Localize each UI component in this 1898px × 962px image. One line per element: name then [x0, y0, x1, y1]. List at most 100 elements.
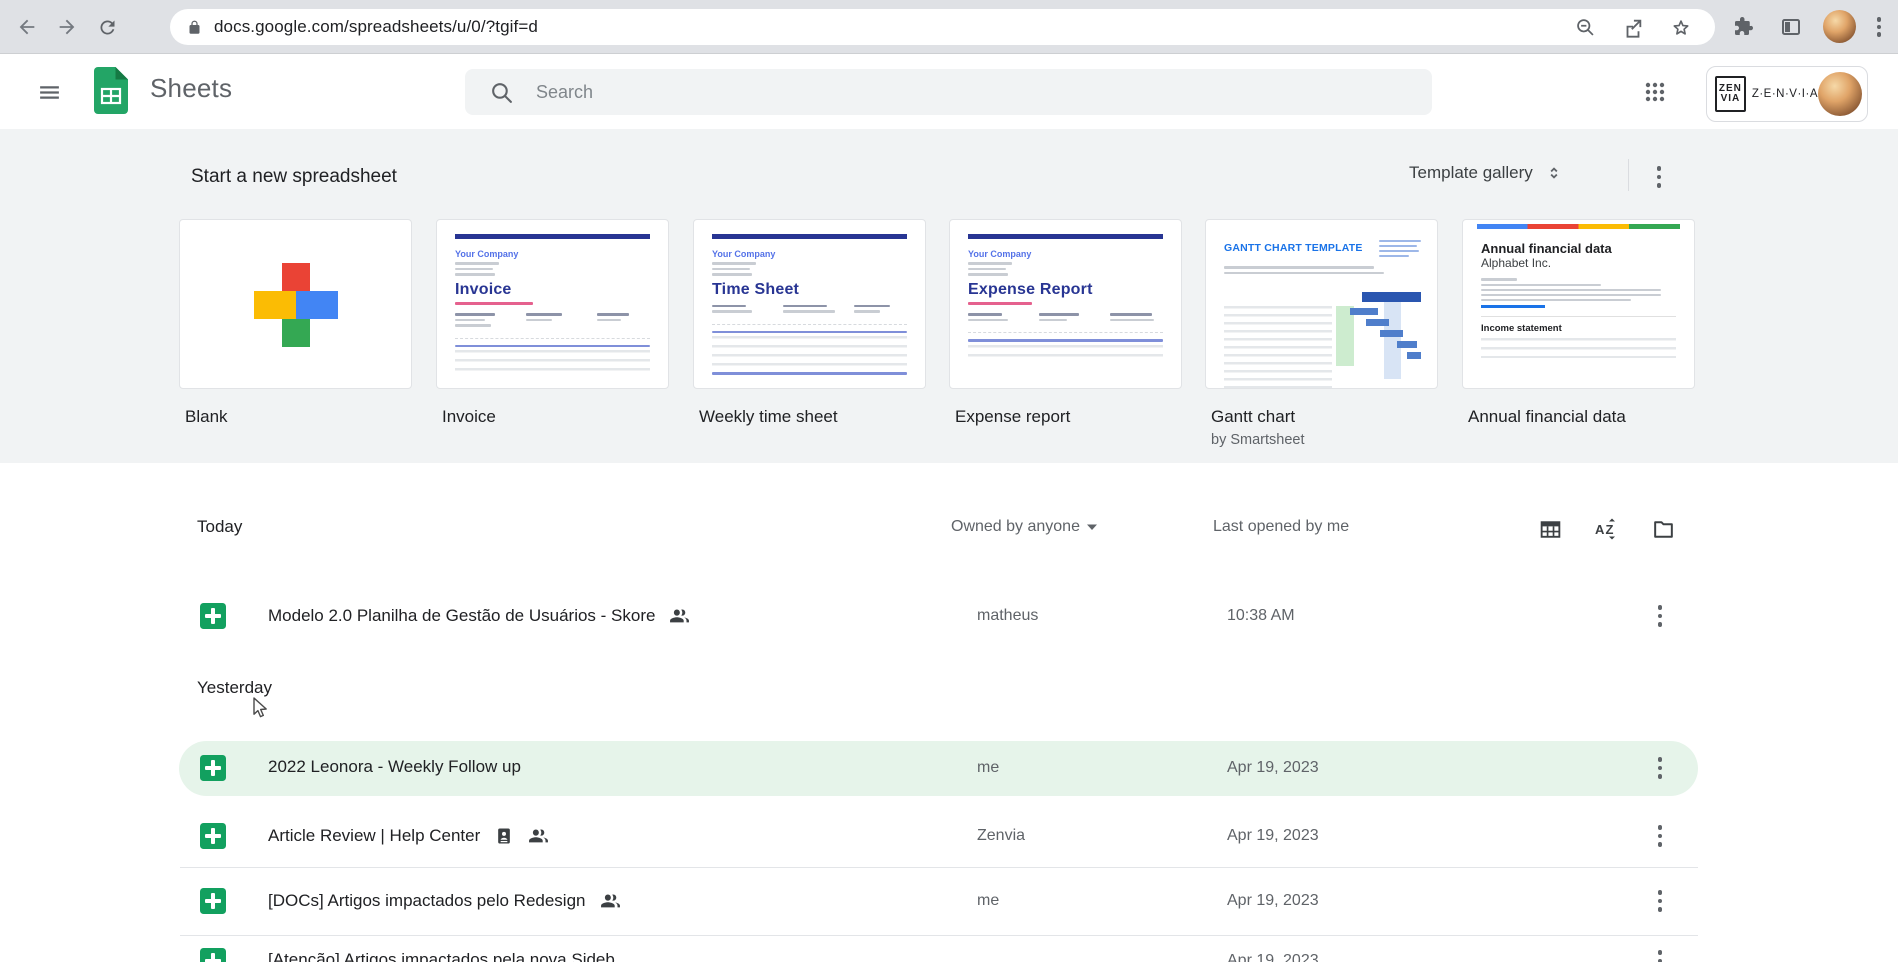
search-input[interactable] [536, 81, 1336, 103]
template-section: Start a new spreadsheet Template gallery… [0, 129, 1898, 463]
apps-grid-icon [1645, 82, 1665, 102]
dropdown-arrow-icon [1086, 524, 1097, 530]
template-label-timesheet: Weekly time sheet [699, 407, 838, 426]
google-apps-button[interactable] [1634, 71, 1676, 113]
sort-az-icon: A Z [1595, 518, 1615, 540]
sheets-logo-icon [94, 67, 128, 114]
main-menu-button[interactable] [30, 73, 68, 111]
browser-chrome: docs.google.com/spreadsheets/u/0/?tgif=d [0, 0, 1898, 54]
app-title: Sheets [150, 73, 233, 103]
file-row-partial[interactable]: [Atenção] Artigos impactados pela nova S… [0, 928, 1898, 962]
file-menu-button[interactable] [1646, 820, 1674, 852]
template-card-gantt[interactable]: GANTT CHART TEMPLATE [1205, 219, 1438, 389]
url-bar[interactable]: docs.google.com/spreadsheets/u/0/?tgif=d [170, 9, 1715, 45]
shared-people-icon [600, 894, 620, 908]
file-last-opened: 10:38 AM [1227, 607, 1295, 624]
browser-forward-button[interactable] [53, 13, 81, 41]
divider [1628, 159, 1629, 191]
file-title: [DOCs] Artigos impactados pelo Redesign [268, 890, 586, 910]
file-row[interactable]: Modelo 2.0 Planilha de Gestão de Usuário… [0, 583, 1898, 649]
last-opened-column-button[interactable]: Last opened by me [1213, 518, 1349, 536]
template-card-timesheet[interactable]: Your Company Time Sheet [693, 219, 926, 389]
share-page-button[interactable] [1622, 17, 1644, 44]
owner-filter-button[interactable]: Owned by anyone [951, 518, 1098, 536]
file-title: Article Review | Help Center [268, 825, 481, 845]
forward-arrow-icon [59, 19, 75, 35]
sheets-logo[interactable] [94, 67, 128, 119]
sheets-file-icon [200, 603, 226, 629]
template-sublabel-gantt: by Smartsheet [1211, 432, 1305, 448]
grid-view-icon [1540, 520, 1560, 538]
search-icon [492, 82, 512, 103]
template-card-expense[interactable]: Your Company Expense Report [949, 219, 1182, 389]
puzzle-icon [1735, 17, 1753, 35]
template-card-annual[interactable]: Annual financial data Alphabet Inc. Inco… [1462, 219, 1695, 389]
template-label-gantt: Gantt chart [1211, 407, 1296, 426]
zoom-out-button[interactable] [1575, 17, 1596, 43]
share-icon [1626, 19, 1642, 38]
file-row[interactable]: Article Review | Help Center Zenvia Apr … [0, 803, 1898, 869]
file-last-opened: Apr 19, 2023 [1227, 759, 1319, 776]
hamburger-icon [39, 85, 59, 99]
file-owner: matheus [977, 607, 1039, 624]
sort-az-button[interactable]: A Z [1591, 514, 1621, 544]
file-menu-button[interactable] [1646, 600, 1674, 632]
gantt-thumbnail: GANTT CHART TEMPLATE [1206, 220, 1437, 388]
file-last-opened: Apr 19, 2023 [1227, 827, 1319, 844]
reload-icon [99, 19, 114, 34]
template-section-menu-button[interactable] [1646, 162, 1672, 192]
sheets-home-screen: docs.google.com/spreadsheets/u/0/?tgif=d [0, 0, 1898, 962]
open-file-picker-button[interactable] [1648, 514, 1678, 544]
sheets-file-icon [200, 888, 226, 914]
annual-thumbnail: Annual financial data Alphabet Inc. Inco… [1463, 220, 1694, 388]
sheets-file-icon [200, 948, 226, 962]
sheets-file-icon [200, 755, 226, 781]
file-title: Modelo 2.0 Planilha de Gestão de Usuário… [268, 605, 656, 625]
grid-view-button[interactable] [1535, 514, 1565, 544]
side-panel-button[interactable] [1779, 15, 1803, 44]
side-panel-icon [1782, 19, 1800, 35]
bookmark-star-button[interactable] [1670, 17, 1692, 44]
account-card[interactable]: ZEN VIA Z·E·N·V·I·A [1706, 66, 1868, 122]
template-gallery-button[interactable]: Template gallery [1409, 161, 1565, 185]
template-section-title: Start a new spreadsheet [191, 166, 397, 187]
invoice-thumbnail: Your Company Invoice [437, 220, 668, 388]
template-gallery-label: Template gallery [1409, 163, 1533, 182]
file-menu-button[interactable] [1646, 885, 1674, 917]
template-label-invoice: Invoice [442, 407, 496, 426]
owner-filter-label: Owned by anyone [951, 518, 1080, 535]
file-menu-button[interactable] [1646, 945, 1674, 962]
file-row-selected[interactable]: 2022 Leonora - Weekly Follow up me Apr 1… [0, 741, 1898, 796]
file-menu-button[interactable] [1646, 752, 1674, 784]
file-last-opened: Apr 19, 2023 [1227, 892, 1319, 909]
template-card-blank[interactable] [179, 219, 412, 389]
template-card-invoice[interactable]: Your Company Invoice [436, 219, 669, 389]
lock-icon[interactable] [187, 20, 202, 35]
section-label-today: Today [197, 517, 243, 536]
template-label-expense: Expense report [955, 407, 1071, 426]
app-header: Sheets ZEN VIA Z·E·N·V·I·A [0, 54, 1898, 129]
file-last-opened: Apr 19, 2023 [1227, 952, 1319, 962]
unfold-more-icon [1550, 167, 1558, 179]
zenvia-logo: ZEN VIA [1715, 76, 1746, 112]
zenvia-logo-bottom: VIA [1720, 93, 1741, 104]
browser-menu-button[interactable] [1874, 16, 1884, 38]
star-icon [1673, 20, 1689, 35]
badge-icon [498, 828, 511, 843]
timesheet-thumbnail: Your Company Time Sheet [694, 220, 925, 388]
search-bar[interactable] [465, 69, 1432, 115]
new-blank-plus-icon [241, 250, 351, 360]
browser-back-button[interactable] [13, 13, 41, 41]
template-label-annual: Annual financial data [1468, 407, 1626, 426]
file-owner: me [977, 759, 1000, 776]
browser-reload-button[interactable] [93, 13, 121, 41]
file-title: 2022 Leonora - Weekly Follow up [268, 757, 521, 776]
svg-text:Z: Z [1606, 522, 1614, 537]
expense-thumbnail: Your Company Expense Report [950, 220, 1181, 388]
browser-profile-avatar[interactable] [1823, 10, 1856, 43]
url-text: docs.google.com/spreadsheets/u/0/?tgif=d [214, 17, 538, 36]
extensions-button[interactable] [1731, 15, 1755, 44]
account-avatar[interactable] [1818, 72, 1862, 116]
file-row[interactable]: [DOCs] Artigos impactados pelo Redesign … [0, 868, 1898, 934]
mouse-cursor [250, 696, 272, 725]
